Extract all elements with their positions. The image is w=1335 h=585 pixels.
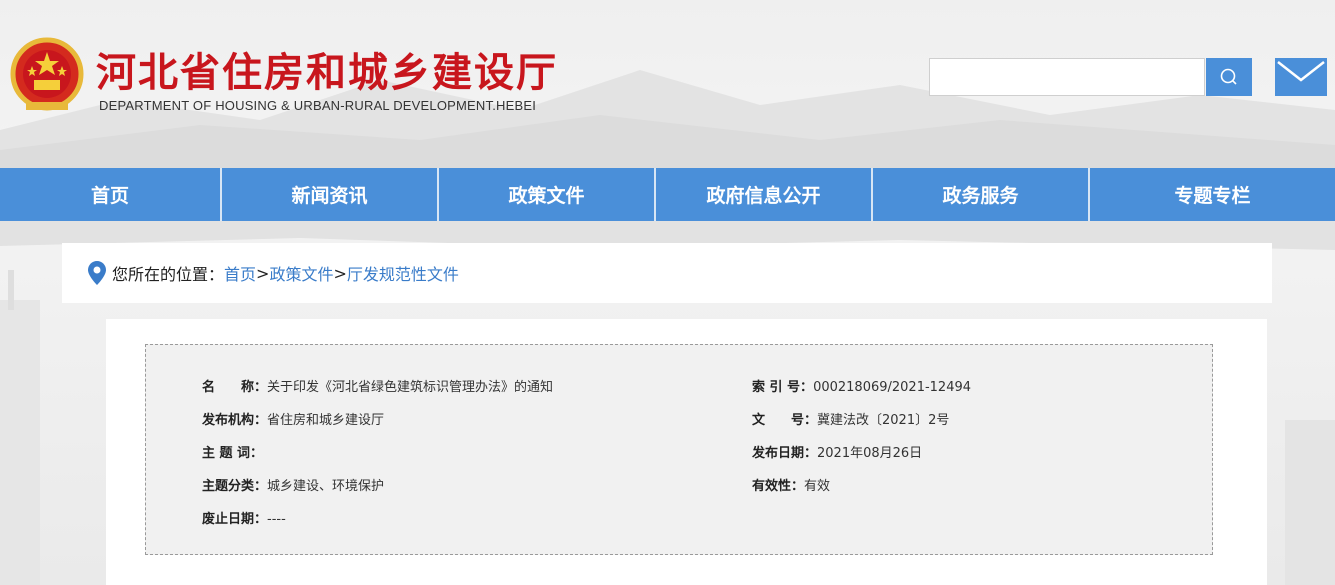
breadcrumb: 您所在的位置： 首页 > 政策文件 > 厅发规范性文件 bbox=[62, 243, 1272, 303]
breadcrumb-current[interactable]: 厅发规范性文件 bbox=[347, 261, 459, 285]
location-pin-icon bbox=[88, 261, 106, 285]
nav-item-news[interactable]: 新闻资讯 bbox=[222, 168, 439, 221]
meta-subject-words-key: 主 题 词： bbox=[202, 446, 264, 461]
national-emblem-icon bbox=[10, 37, 84, 111]
meta-validity-value: 有效 bbox=[804, 479, 831, 494]
site-header: 河北省住房和城乡建设厅 DEPARTMENT OF HOUSING & URBA… bbox=[0, 0, 1335, 168]
meta-validity: 有效性：有效 bbox=[752, 475, 830, 494]
meta-subject-words: 主 题 词： bbox=[202, 442, 263, 461]
meta-category-value: 城乡建设、环境保护 bbox=[267, 479, 385, 494]
meta-publisher: 发布机构：省住房和城乡建设厅 bbox=[202, 409, 384, 428]
mail-icon bbox=[1277, 61, 1325, 82]
meta-abolish-date-value: ---- bbox=[267, 512, 286, 527]
meta-name-key: 名 称： bbox=[202, 380, 268, 395]
meta-publisher-value: 省住房和城乡建设厅 bbox=[267, 413, 385, 428]
document-meta-box: 名 称：关于印发《河北省绿色建筑标识管理办法》的通知 索 引 号：0002180… bbox=[145, 344, 1213, 555]
site-title: 河北省住房和城乡建设厅 bbox=[96, 50, 558, 96]
breadcrumb-home[interactable]: 首页 bbox=[224, 261, 256, 285]
nav-item-home[interactable]: 首页 bbox=[0, 168, 222, 221]
main-nav: 首页 新闻资讯 政策文件 政府信息公开 政务服务 专题专栏 bbox=[0, 168, 1335, 221]
meta-publisher-key: 发布机构： bbox=[202, 413, 268, 428]
breadcrumb-separator: > bbox=[333, 263, 347, 283]
meta-publish-date-key: 发布日期： bbox=[752, 446, 818, 461]
meta-doc-no: 文 号：冀建法改〔2021〕2号 bbox=[752, 409, 949, 428]
meta-publish-date-value: 2021年08月26日 bbox=[817, 446, 923, 461]
search-button[interactable] bbox=[1206, 58, 1252, 96]
breadcrumb-policy[interactable]: 政策文件 bbox=[269, 261, 333, 285]
breadcrumb-separator: > bbox=[256, 263, 270, 283]
site-subtitle: DEPARTMENT OF HOUSING & URBAN-RURAL DEVE… bbox=[99, 98, 537, 113]
meta-validity-key: 有效性： bbox=[752, 479, 805, 494]
meta-name: 名 称：关于印发《河北省绿色建筑标识管理办法》的通知 bbox=[202, 376, 553, 395]
meta-index: 索 引 号：000218069/2021-12494 bbox=[752, 376, 971, 395]
meta-publish-date: 发布日期：2021年08月26日 bbox=[752, 442, 922, 461]
nav-item-policy[interactable]: 政策文件 bbox=[439, 168, 656, 221]
search-icon bbox=[1220, 68, 1237, 85]
search-input[interactable] bbox=[929, 58, 1205, 96]
meta-doc-no-value: 冀建法改〔2021〕2号 bbox=[817, 413, 950, 428]
meta-name-value: 关于印发《河北省绿色建筑标识管理办法》的通知 bbox=[267, 380, 554, 395]
meta-abolish-date-key: 废止日期： bbox=[202, 512, 268, 527]
meta-index-key: 索 引 号： bbox=[752, 380, 814, 395]
nav-item-gov-info[interactable]: 政府信息公开 bbox=[656, 168, 873, 221]
nav-item-topics[interactable]: 专题专栏 bbox=[1090, 168, 1335, 221]
meta-index-value: 000218069/2021-12494 bbox=[813, 380, 972, 395]
meta-abolish-date: 废止日期：---- bbox=[202, 508, 286, 527]
meta-category: 主题分类：城乡建设、环境保护 bbox=[202, 475, 384, 494]
meta-doc-no-key: 文 号： bbox=[752, 413, 818, 428]
nav-item-services[interactable]: 政务服务 bbox=[873, 168, 1090, 221]
breadcrumb-prefix: 您所在的位置： bbox=[112, 265, 225, 284]
meta-category-key: 主题分类： bbox=[202, 479, 268, 494]
mail-button[interactable] bbox=[1275, 58, 1327, 96]
